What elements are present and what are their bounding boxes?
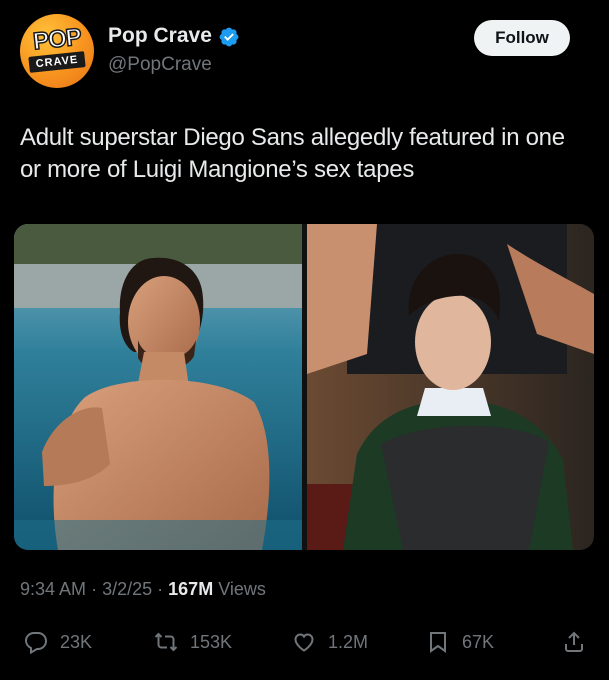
share-icon (565, 631, 583, 652)
display-name[interactable]: Pop Crave (108, 24, 212, 48)
bookmark-count: 67K (462, 631, 495, 652)
reply-icon (24, 632, 48, 654)
repost-button[interactable]: 153K (154, 622, 232, 662)
like-count: 1.2M (328, 631, 369, 652)
tweet-text: Adult superstar Diego Sans allegedly fea… (20, 124, 565, 183)
bookmark-icon (430, 632, 446, 653)
like-button[interactable]: 1.2M (292, 622, 368, 662)
follow-button[interactable]: Follow (474, 20, 570, 56)
avatar-logo-pop: POP (31, 23, 83, 56)
tweet-time[interactable]: 9:34 AM (20, 579, 86, 599)
avatar[interactable]: POP CRAVE (20, 14, 94, 88)
meta-separator: · (157, 579, 164, 599)
media-photo-right[interactable] (307, 224, 594, 550)
share-button[interactable] (562, 622, 598, 662)
media-photo-left[interactable] (14, 224, 302, 550)
tweet-date[interactable]: 3/2/25 (102, 579, 152, 599)
repost-icon (154, 632, 178, 652)
tweet-header: POP CRAVE Pop Crave @PopCrave Follow (0, 0, 609, 100)
tweet-meta: 9:34 AM · 3/2/25 · 167M Views (20, 579, 266, 600)
repost-count: 153K (190, 631, 233, 652)
reply-button[interactable]: 23K (24, 622, 92, 662)
handle[interactable]: @PopCrave (108, 54, 212, 76)
action-bar: 23K 153K 1.2M 67K (0, 622, 609, 662)
reply-count: 23K (60, 631, 93, 652)
bookmark-button[interactable]: 67K (426, 622, 494, 662)
heart-icon (294, 633, 314, 652)
verified-badge-icon (219, 27, 239, 47)
views-label: Views (218, 579, 266, 599)
media-grid (14, 224, 594, 550)
views-count: 167M (168, 579, 214, 599)
meta-separator: · (91, 579, 98, 599)
